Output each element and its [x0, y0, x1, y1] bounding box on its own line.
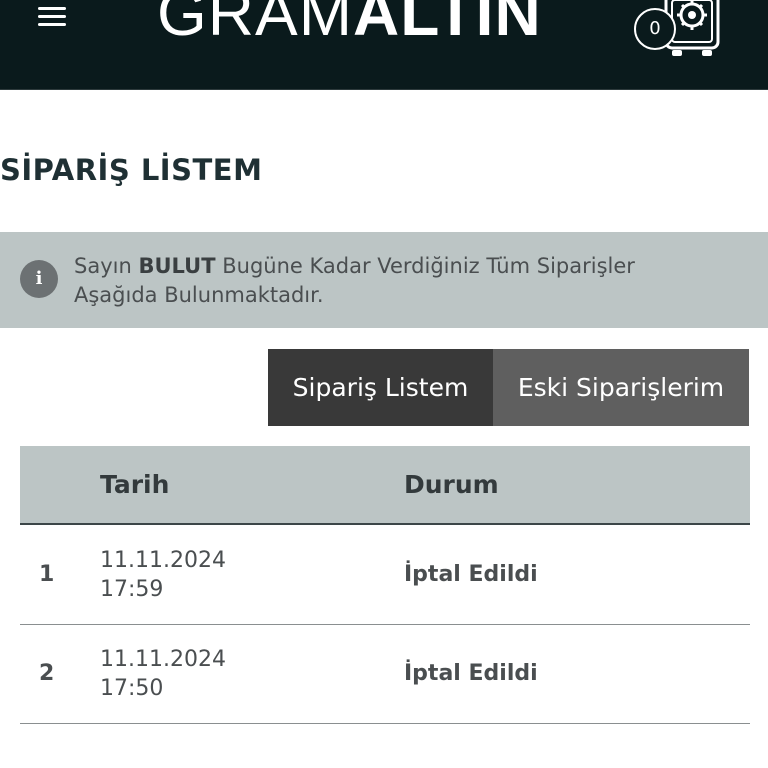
cart-count-badge[interactable]: 0 — [634, 8, 676, 50]
tab-old-orders[interactable]: Eski Siparişlerim — [493, 349, 749, 426]
order-datetime: 11.11.2024 17:59 — [100, 546, 300, 604]
order-number: 2 — [39, 661, 55, 686]
column-header-status: Durum — [404, 470, 499, 499]
gramaltin-logo[interactable]: GRAMALTIN — [157, 0, 542, 48]
info-prefix: Sayın — [74, 254, 132, 278]
order-tabs: Sipariş Listem Eski Siparişlerim — [268, 349, 749, 426]
table-row[interactable]: 2 11.11.2024 17:50 İptal Edildi — [20, 625, 750, 724]
orders-table-header: Tarih Durum — [20, 446, 750, 525]
page-title: SİPARİŞ LİSTEM — [0, 153, 263, 187]
order-date: 11.11.2024 — [100, 647, 226, 672]
tab-order-list[interactable]: Sipariş Listem — [268, 349, 493, 426]
order-number: 1 — [39, 562, 55, 587]
order-status: İptal Edildi — [404, 661, 538, 686]
table-row[interactable]: 1 11.11.2024 17:59 İptal Edildi — [20, 526, 750, 625]
customer-name: BULUT — [138, 254, 216, 278]
site-header: GRAMALTIN 0 — [0, 0, 768, 90]
order-time: 17:59 — [100, 577, 164, 602]
info-message-line2: Aşağıda Bulunmaktadır. — [74, 283, 324, 307]
order-time: 17:50 — [100, 676, 164, 701]
info-message: Sayın BULUT Bugüne Kadar Verdiğiniz Tüm … — [74, 252, 754, 310]
order-date: 11.11.2024 — [100, 548, 226, 573]
info-message-line1: Bugüne Kadar Verdiğiniz Tüm Siparişler — [215, 254, 635, 278]
logo-text-gram: GRAM — [157, 0, 353, 49]
order-datetime: 11.11.2024 17:50 — [100, 645, 300, 703]
menu-hamburger-icon[interactable] — [38, 4, 68, 30]
order-status: İptal Edildi — [404, 562, 538, 587]
logo-text-altin: ALTIN — [353, 0, 542, 49]
column-header-date: Tarih — [100, 470, 170, 499]
info-icon: i — [20, 260, 58, 298]
